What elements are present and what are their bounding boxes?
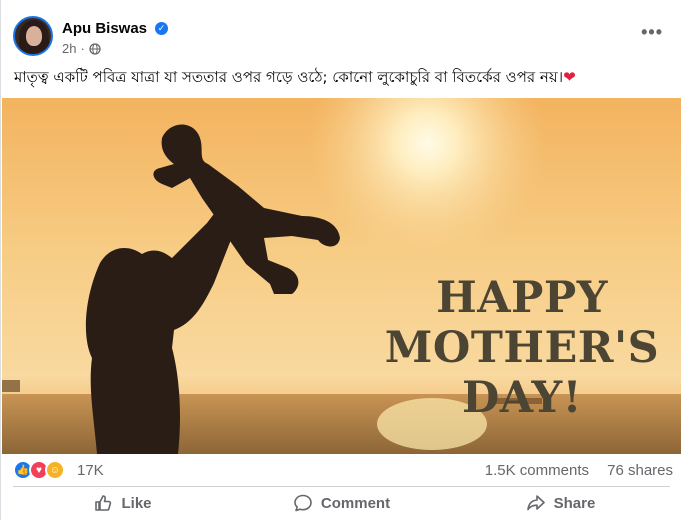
heart-emoji-icon: ❤ xyxy=(563,68,576,86)
share-label: Share xyxy=(553,494,596,512)
comment-label: Comment xyxy=(320,494,391,512)
comment-icon xyxy=(294,494,312,512)
post-meta: 2h · xyxy=(62,41,101,56)
post-stats: 👍 ♥ ☺ 17K 1.5K comments 76 shares xyxy=(13,458,673,482)
thumbs-up-icon xyxy=(95,495,112,511)
avatar[interactable] xyxy=(13,16,53,56)
care-reaction-icon: ☺ xyxy=(45,460,65,480)
reaction-icons[interactable]: 👍 ♥ ☺ xyxy=(13,460,65,480)
post-time[interactable]: 2h xyxy=(62,41,76,56)
post-header: Apu Biswas ✓ 2h · ••• xyxy=(13,16,673,60)
verified-badge-icon: ✓ xyxy=(155,22,168,35)
headline-line-2: MOTHER'S xyxy=(384,323,660,373)
reaction-count[interactable]: 17K xyxy=(77,462,104,479)
author-name[interactable]: Apu Biswas xyxy=(62,20,147,37)
actions-divider xyxy=(13,486,670,487)
globe-icon xyxy=(89,42,101,55)
headline-line-1: HAPPY xyxy=(436,273,608,323)
caption-text: মাতৃত্ব একটি পবিত্র যাত্রা যা সততার ওপর … xyxy=(14,68,564,86)
avatar-face xyxy=(26,26,42,46)
comments-count[interactable]: 1.5K comments xyxy=(485,462,589,479)
share-button[interactable]: Share xyxy=(451,488,670,518)
post-caption: মাতৃত্ব একটি পবিত্র যাত্রা যা সততার ওপর … xyxy=(14,67,674,87)
like-button[interactable]: Like xyxy=(13,488,232,518)
meta-separator: · xyxy=(80,41,85,56)
share-icon xyxy=(526,495,545,511)
post-card: Apu Biswas ✓ 2h · ••• মাতৃত্ব একটি পবিত্… xyxy=(0,0,681,520)
headline-line-3: DAY! xyxy=(461,373,583,423)
like-label: Like xyxy=(121,494,152,512)
comment-button[interactable]: Comment xyxy=(232,488,451,518)
greeting-headline: HAPPY MOTHER'S DAY! xyxy=(382,273,662,423)
shares-count[interactable]: 76 shares xyxy=(607,462,673,479)
post-actions: Like Comment Share xyxy=(13,488,670,518)
more-options-button[interactable]: ••• xyxy=(641,23,663,41)
post-image[interactable]: HAPPY MOTHER'S DAY! xyxy=(2,98,681,454)
